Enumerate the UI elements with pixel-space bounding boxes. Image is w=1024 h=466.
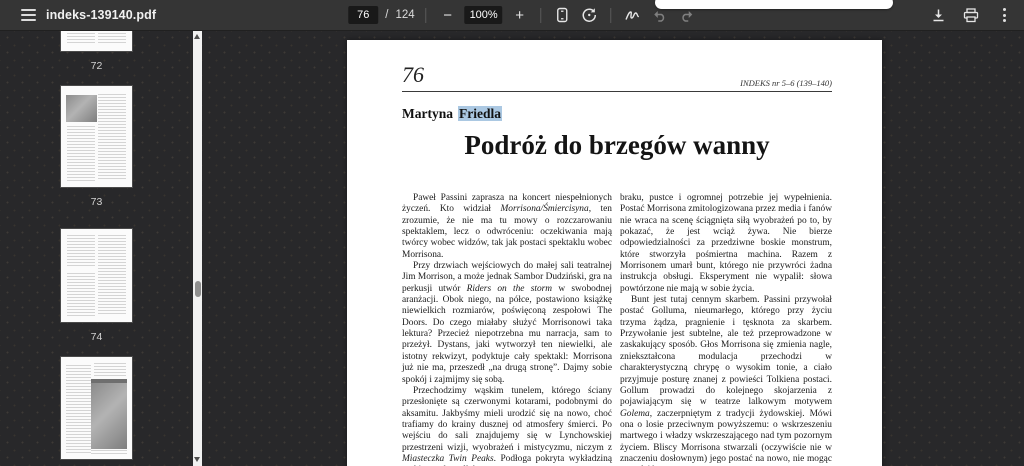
zoom-out-button[interactable]: −	[438, 4, 458, 26]
selected-text: Friedla	[458, 106, 502, 121]
toolbar-separator	[425, 7, 427, 23]
rotate-counterclockwise-icon	[582, 7, 598, 23]
paragraph: Paweł Passini zaprasza na koncert niespe…	[402, 193, 612, 260]
hamburger-icon	[20, 9, 36, 11]
thumbnail-label: 73	[90, 196, 103, 208]
print-button[interactable]	[959, 4, 983, 26]
thumbnail-page-74[interactable]	[60, 228, 133, 323]
scroll-down-arrow-icon[interactable]	[194, 457, 200, 462]
scroll-up-arrow-icon[interactable]	[194, 34, 200, 39]
thumbnail-page-75[interactable]	[60, 356, 133, 460]
paragraph: Bunt jest tutaj cennym skarbem. Passini …	[620, 295, 832, 466]
article-title: Podróż do brzegów wanny	[464, 130, 770, 160]
header-rule	[402, 91, 832, 92]
annotate-button[interactable]	[623, 4, 643, 26]
thumbnail-label: 72	[90, 60, 103, 72]
pen-squiggle-icon	[625, 8, 641, 22]
paragraph: Przechodzimy wąskim tunelem, którego ści…	[402, 385, 612, 466]
more-options-button[interactable]	[992, 4, 1016, 26]
toolbar-right-controls	[926, 0, 1016, 30]
fit-page-icon	[556, 7, 570, 23]
sidebar-scrollbar[interactable]	[193, 30, 202, 466]
printer-icon	[963, 7, 979, 23]
thumbnail-label: 74	[90, 331, 103, 343]
printed-page-number: 76	[402, 62, 424, 87]
document-viewport[interactable]: 76 INDEKS nr 5–6 (139–140) Martyna Friedl…	[202, 30, 1024, 466]
document-filename: indeks-139140.pdf	[46, 8, 157, 22]
paragraph: braku, pustce i ogromnej potrzebie jej w…	[620, 193, 832, 294]
toolbar-separator	[540, 7, 542, 23]
thumbnail-sidebar: 72 73 74	[0, 30, 202, 466]
rotate-button[interactable]	[580, 4, 600, 26]
paragraph: Przy drzwiach wejściowych do małej sali …	[402, 261, 612, 385]
thumbnail-page-72[interactable]	[60, 30, 133, 52]
author-name: Martyna	[402, 106, 453, 121]
find-bar-popup[interactable]	[655, 0, 893, 9]
menu-button[interactable]	[14, 0, 42, 30]
toolbar-separator	[610, 7, 612, 23]
pdf-viewer-window: indeks-139140.pdf 76 / 124 − 100% + 72 7…	[0, 0, 1024, 466]
page-divider: /	[385, 9, 389, 21]
download-button[interactable]	[926, 4, 950, 26]
pdf-toolbar: indeks-139140.pdf 76 / 124 − 100% +	[0, 0, 1024, 30]
zoom-in-button[interactable]: +	[510, 4, 530, 26]
redo-arrow-icon	[679, 9, 694, 22]
sidebar-scrollbar-thumb[interactable]	[194, 281, 201, 297]
pdf-page-76: 76 INDEKS nr 5–6 (139–140) Martyna Friedl…	[347, 40, 882, 466]
author-line: Martyna Friedla	[402, 106, 502, 122]
page-number-input[interactable]: 76	[348, 6, 379, 24]
page-total: 124	[395, 9, 415, 21]
journal-reference: INDEKS nr 5–6 (139–140)	[740, 78, 832, 88]
fit-page-button[interactable]	[553, 4, 573, 26]
zoom-level-input[interactable]: 100%	[464, 6, 503, 24]
download-icon	[931, 8, 946, 23]
thumbnail-page-73[interactable]	[60, 85, 133, 188]
toolbar-center-controls: 76 / 124 − 100% +	[348, 0, 696, 30]
undo-arrow-icon	[652, 9, 667, 22]
text-column-right: braku, pustce i ogromnej potrzebie jej w…	[620, 193, 832, 466]
text-column-left: Paweł Passini zaprasza na koncert niespe…	[402, 193, 612, 466]
kebab-menu-icon	[1002, 8, 1006, 11]
